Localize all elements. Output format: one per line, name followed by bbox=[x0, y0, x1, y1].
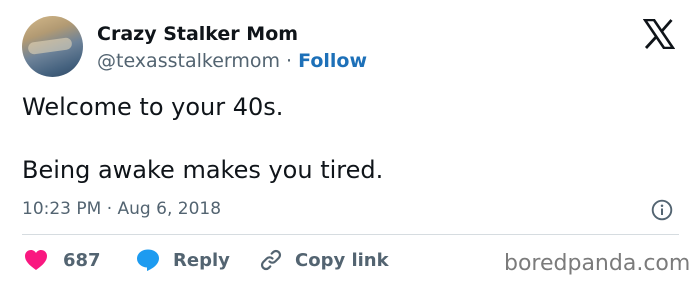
like-button[interactable]: 687 bbox=[24, 248, 101, 272]
author-name[interactable]: Crazy Stalker Mom bbox=[97, 23, 298, 45]
action-divider bbox=[22, 234, 679, 235]
avatar-photo-detail bbox=[27, 36, 73, 56]
reply-button[interactable]: Reply bbox=[135, 248, 230, 272]
follow-button[interactable]: Follow bbox=[298, 50, 367, 72]
tweet-timestamp[interactable]: 10:23 PM · Aug 6, 2018 bbox=[22, 199, 221, 219]
link-icon bbox=[260, 249, 282, 271]
info-icon[interactable] bbox=[651, 199, 673, 221]
heart-icon bbox=[25, 250, 47, 270]
tweet-text-line-2: Being awake makes you tired. bbox=[22, 156, 384, 184]
copy-link-button[interactable]: Copy link bbox=[259, 248, 389, 272]
watermark: boredpanda.com bbox=[504, 251, 691, 276]
reply-label: Reply bbox=[173, 249, 230, 271]
avatar[interactable] bbox=[22, 16, 83, 77]
copy-link-label: Copy link bbox=[295, 249, 389, 271]
like-count: 687 bbox=[63, 249, 101, 271]
author-handle-row: @texasstalkermom · Follow bbox=[97, 50, 367, 72]
handle-separator: · bbox=[286, 50, 293, 72]
tweet-text-line-1: Welcome to your 40s. bbox=[22, 93, 284, 121]
x-logo-icon[interactable] bbox=[643, 19, 675, 49]
speech-bubble-icon bbox=[137, 249, 159, 271]
author-handle[interactable]: @texasstalkermom bbox=[97, 50, 280, 72]
